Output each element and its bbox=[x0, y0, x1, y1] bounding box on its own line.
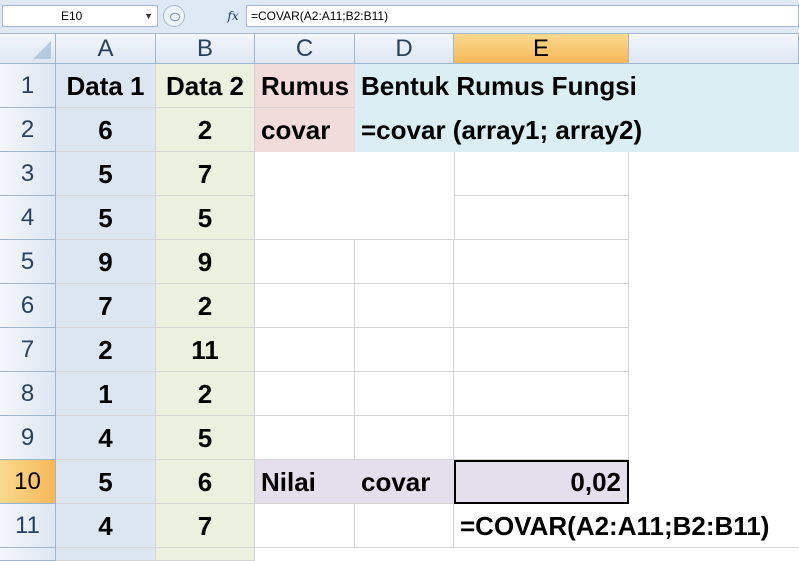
chevron-down-icon[interactable]: ▼ bbox=[144, 6, 153, 26]
cell-d9[interactable] bbox=[355, 416, 454, 460]
formula-bar: E10 ▼ fx =COVAR(A2:A11;B2:B11) bbox=[0, 0, 799, 34]
column-header-f[interactable] bbox=[629, 34, 799, 64]
cell-c11[interactable] bbox=[255, 504, 355, 548]
cell-b9[interactable]: 5 bbox=[156, 416, 255, 460]
cell-d8[interactable] bbox=[355, 372, 454, 416]
cell-e4[interactable] bbox=[454, 196, 629, 240]
column-header-d[interactable]: D bbox=[355, 34, 454, 64]
cell-b3[interactable]: 7 bbox=[156, 152, 255, 196]
cell-a9[interactable]: 4 bbox=[56, 416, 156, 460]
cell-b7[interactable]: 11 bbox=[156, 328, 255, 372]
cell-d1[interactable]: Bentuk Rumus Fungsi bbox=[355, 64, 799, 108]
row-header-10[interactable]: 10 bbox=[0, 460, 56, 504]
row-header-6[interactable]: 6 bbox=[0, 284, 56, 328]
cell-b12[interactable] bbox=[156, 548, 255, 561]
cell-c1[interactable]: Rumus bbox=[255, 64, 355, 108]
cell-b8[interactable]: 2 bbox=[156, 372, 255, 416]
row-header-3[interactable]: 3 bbox=[0, 152, 56, 196]
cell-e8[interactable] bbox=[454, 372, 629, 416]
cell-e3[interactable] bbox=[454, 152, 629, 196]
cell-a8[interactable]: 1 bbox=[56, 372, 156, 416]
column-header-c[interactable]: C bbox=[255, 34, 355, 64]
cell-a12[interactable] bbox=[56, 548, 156, 561]
cell-d6[interactable] bbox=[355, 284, 454, 328]
cell-d2[interactable]: =covar (array1; array2) bbox=[355, 108, 799, 152]
cell-a4[interactable]: 5 bbox=[56, 196, 156, 240]
column-header-b[interactable]: B bbox=[156, 34, 255, 64]
cell-e9[interactable] bbox=[454, 416, 629, 460]
formula-input[interactable]: =COVAR(A2:A11;B2:B11) bbox=[246, 5, 799, 27]
cell-b2[interactable]: 2 bbox=[156, 108, 255, 152]
cell-d5[interactable] bbox=[355, 240, 454, 284]
row-header-5[interactable]: 5 bbox=[0, 240, 56, 284]
cell-a6[interactable]: 7 bbox=[56, 284, 156, 328]
row-header-1[interactable]: 1 bbox=[0, 64, 56, 108]
row-header-2[interactable]: 2 bbox=[0, 108, 56, 152]
row-header-12[interactable] bbox=[0, 548, 56, 561]
name-box[interactable]: E10 ▼ bbox=[2, 5, 158, 27]
cell-d11[interactable] bbox=[355, 504, 454, 548]
row-header-7[interactable]: 7 bbox=[0, 328, 56, 372]
cell-c3[interactable] bbox=[255, 152, 455, 240]
cell-b5[interactable]: 9 bbox=[156, 240, 255, 284]
cell-b10[interactable]: 6 bbox=[156, 460, 255, 504]
cell-a11[interactable]: 4 bbox=[56, 504, 156, 548]
cell-c10[interactable]: Nilai bbox=[255, 460, 355, 504]
cell-e7[interactable] bbox=[454, 328, 629, 372]
cell-c2[interactable]: covar bbox=[255, 108, 355, 152]
cell-d7[interactable] bbox=[355, 328, 454, 372]
cell-b4[interactable]: 5 bbox=[156, 196, 255, 240]
cell-e6[interactable] bbox=[454, 284, 629, 328]
name-box-value: E10 bbox=[61, 9, 83, 23]
cell-a7[interactable]: 2 bbox=[56, 328, 156, 372]
cell-c8[interactable] bbox=[255, 372, 355, 416]
cell-d10[interactable]: covar bbox=[355, 460, 454, 504]
row-header-8[interactable]: 8 bbox=[0, 372, 56, 416]
column-header-e[interactable]: E bbox=[454, 34, 629, 64]
cell-a10[interactable]: 5 bbox=[56, 460, 156, 504]
row-header-9[interactable]: 9 bbox=[0, 416, 56, 460]
fx-icon: fx bbox=[227, 9, 239, 23]
row-header-4[interactable]: 4 bbox=[0, 196, 56, 240]
cell-c7[interactable] bbox=[255, 328, 355, 372]
cell-c6[interactable] bbox=[255, 284, 355, 328]
cell-b6[interactable]: 2 bbox=[156, 284, 255, 328]
cell-c9[interactable] bbox=[255, 416, 355, 460]
cell-c5[interactable] bbox=[255, 240, 355, 284]
cell-e5[interactable] bbox=[454, 240, 629, 284]
cell-a5[interactable]: 9 bbox=[56, 240, 156, 284]
row-header-11[interactable]: 11 bbox=[0, 504, 56, 548]
insert-function-button[interactable]: fx bbox=[222, 5, 244, 27]
cell-e10[interactable]: 0,02 bbox=[454, 460, 629, 504]
cell-a2[interactable]: 6 bbox=[56, 108, 156, 152]
cell-b11[interactable]: 7 bbox=[156, 504, 255, 548]
formula-cancel-button[interactable] bbox=[163, 5, 185, 27]
cell-b1[interactable]: Data 2 bbox=[156, 64, 255, 108]
cell-a1[interactable]: Data 1 bbox=[56, 64, 156, 108]
column-header-a[interactable]: A bbox=[56, 34, 156, 64]
cell-e11[interactable]: =COVAR(A2:A11;B2:B11) bbox=[454, 504, 799, 548]
select-all-button[interactable] bbox=[0, 34, 56, 64]
cell-a3[interactable]: 5 bbox=[56, 152, 156, 196]
